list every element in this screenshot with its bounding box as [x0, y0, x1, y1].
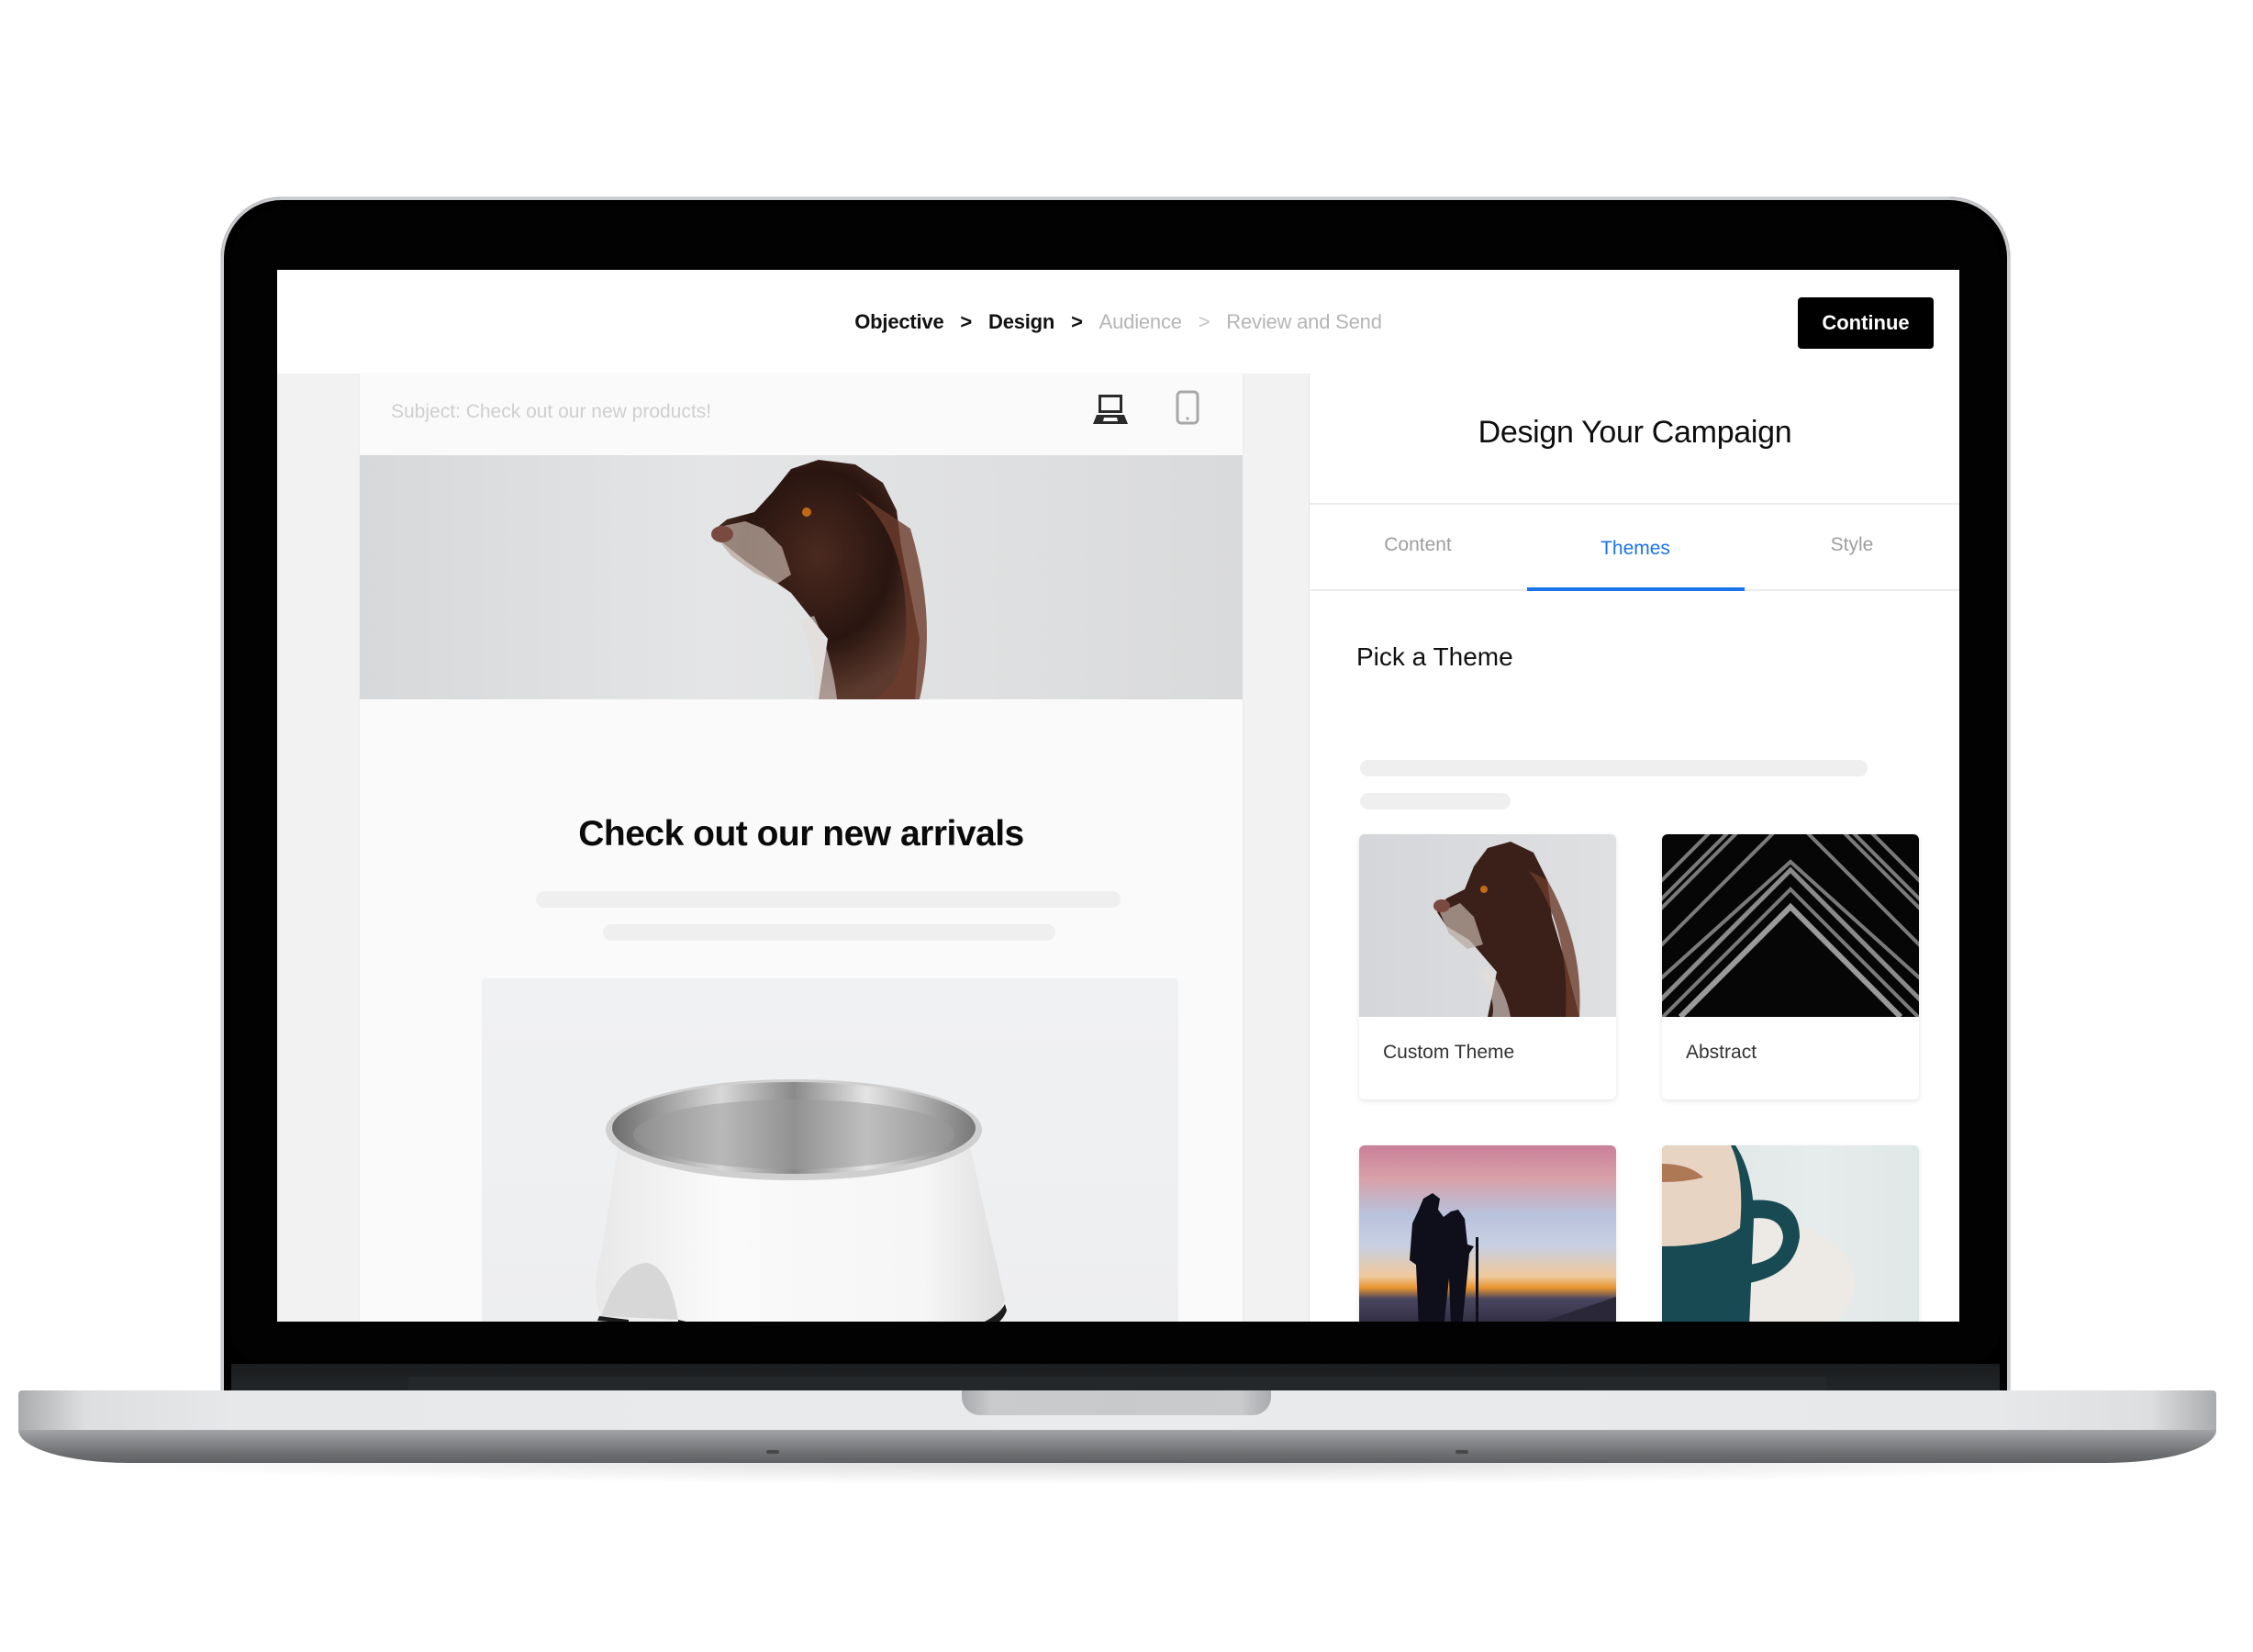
laptop-foot — [766, 1450, 779, 1454]
breadcrumb-separator: > — [1071, 310, 1083, 333]
tab-style[interactable]: Style — [1744, 505, 1959, 589]
theme-thumbnail-dog — [1359, 834, 1616, 1017]
email-headline[interactable]: Check out our new arrivals — [360, 814, 1243, 854]
laptop-screen: Objective > Design > Audience > Review a… — [277, 270, 1959, 1322]
theme-card-custom[interactable]: Custom Theme — [1359, 834, 1616, 1099]
laptop-foot — [1456, 1450, 1468, 1454]
active-tab-indicator — [1527, 587, 1745, 591]
tab-content[interactable]: Content — [1310, 505, 1526, 589]
text-placeholder-line — [1360, 793, 1511, 809]
laptop-hinge-center — [408, 1377, 1826, 1391]
top-bar: Objective > Design > Audience > Review a… — [277, 270, 1959, 374]
breadcrumb-separator: > — [1198, 310, 1210, 333]
text-placeholder-line — [1360, 760, 1868, 776]
design-panel: Design Your Campaign Content Themes Styl… — [1309, 374, 1959, 1322]
theme-card-coffee[interactable] — [1662, 1145, 1919, 1322]
theme-card-sunset[interactable] — [1359, 1145, 1616, 1322]
text-placeholder-line — [603, 924, 1055, 941]
theme-label: Custom Theme — [1383, 1042, 1515, 1063]
theme-label: Abstract — [1686, 1042, 1757, 1063]
continue-button[interactable]: Continue — [1798, 297, 1934, 349]
laptop-base-bottom — [18, 1430, 2216, 1463]
panel-tabs: Content Themes Style — [1310, 503, 1959, 591]
laptop-opening-notch — [962, 1390, 1271, 1415]
laptop-shadow — [55, 1463, 2198, 1485]
mobile-phone-icon[interactable] — [1176, 390, 1199, 430]
email-preview: Subject: Check out our new products! Che… — [360, 374, 1243, 1322]
subject-bar: Subject: Check out our new products! — [360, 374, 1243, 454]
section-title: Pick a Theme — [1356, 642, 1513, 671]
breadcrumb-design[interactable]: Design — [988, 310, 1054, 333]
theme-thumbnail-sunset-hikers — [1359, 1145, 1616, 1322]
theme-thumbnail-abstract — [1662, 834, 1919, 1017]
breadcrumb-review-and-send: Review and Send — [1226, 310, 1382, 333]
panel-title: Design Your Campaign — [1478, 415, 1792, 450]
hero-dog-image — [360, 455, 1243, 699]
email-subject[interactable]: Subject: Check out our new products! — [391, 401, 711, 423]
theme-thumbnail-coffee-cup — [1662, 1145, 1919, 1322]
tab-themes[interactable]: Themes — [1527, 505, 1744, 589]
breadcrumb: Objective > Design > Audience > Review a… — [277, 310, 1959, 334]
product-bowl-image — [482, 978, 1178, 1322]
breadcrumb-objective[interactable]: Objective — [854, 310, 943, 333]
breadcrumb-audience: Audience — [1099, 310, 1182, 333]
breadcrumb-separator: > — [960, 310, 973, 333]
text-placeholder-line — [536, 891, 1121, 908]
theme-card-abstract[interactable]: Abstract — [1662, 834, 1919, 1099]
laptop-icon[interactable] — [1092, 393, 1129, 430]
